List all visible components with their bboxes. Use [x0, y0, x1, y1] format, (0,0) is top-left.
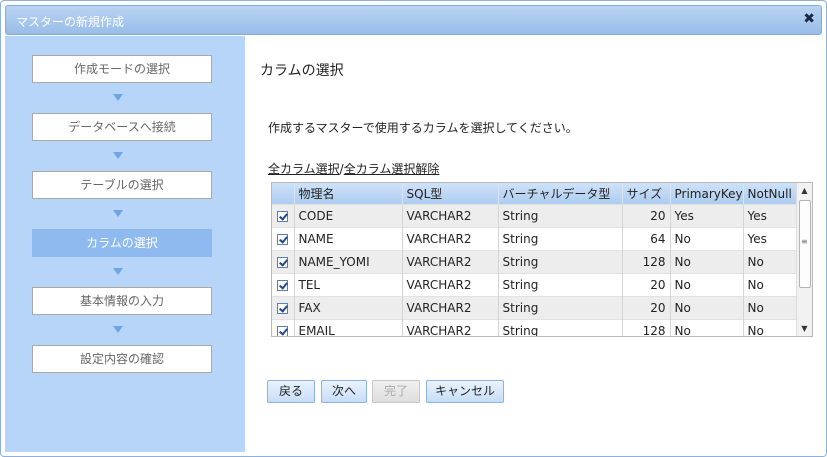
row-checkbox[interactable]	[277, 280, 289, 291]
header-primary-key[interactable]: PrimaryKey	[670, 183, 744, 205]
cell-primary-key: No	[670, 227, 744, 251]
grid-scrollbar[interactable]: ▲ ≡ ▼	[796, 183, 812, 336]
cell-name: NAME_YOMI	[294, 250, 403, 274]
cell-primary-key: No	[670, 273, 744, 297]
table-row[interactable]: NAME VARCHAR2 String 64 No Yes	[272, 227, 797, 251]
row-checkbox[interactable]	[277, 326, 289, 336]
cell-primary-key: Yes	[670, 204, 744, 228]
cell-not-null: No	[743, 296, 797, 320]
cell-size: 20	[622, 204, 671, 228]
page-title: カラムの選択	[260, 63, 344, 79]
scroll-down-icon[interactable]: ▼	[797, 321, 812, 336]
step-mode-select: 作成モードの選択	[32, 55, 212, 83]
row-checkbox[interactable]	[277, 234, 289, 245]
step-arrow-icon	[113, 152, 123, 159]
close-icon[interactable]: ✖	[803, 11, 815, 27]
next-button[interactable]: 次へ	[321, 380, 367, 403]
cell-not-null: No	[743, 319, 797, 336]
table-header-row: 物理名 SQL型 バーチャルデータ型 サイズ PrimaryKey NotNul…	[272, 183, 797, 205]
cell-sql-type: VARCHAR2	[402, 296, 499, 320]
cell-not-null: No	[743, 250, 797, 274]
grip-icon: ≡	[801, 237, 808, 246]
cell-primary-key: No	[670, 250, 744, 274]
row-checkbox[interactable]	[277, 303, 289, 314]
header-check	[272, 183, 295, 205]
step-arrow-icon	[113, 268, 123, 275]
scroll-up-icon[interactable]: ▲	[797, 183, 812, 198]
title-bar[interactable]: マスターの新規作成 ✖	[5, 5, 822, 35]
step-table-select: テーブルの選択	[32, 171, 212, 199]
cell-size: 128	[622, 319, 671, 336]
cell-primary-key: No	[670, 319, 744, 336]
cell-name: FAX	[294, 296, 403, 320]
cell-name: NAME	[294, 227, 403, 251]
table-row[interactable]: NAME_YOMI VARCHAR2 String 128 No No	[272, 250, 797, 274]
row-checkbox[interactable]	[277, 211, 289, 222]
instruction-text: 作成するマスターで使用するカラムを選択してください。	[268, 121, 578, 135]
finish-button[interactable]: 完了	[372, 380, 420, 403]
step-column-select: カラムの選択	[32, 229, 212, 257]
header-physical-name[interactable]: 物理名	[294, 183, 403, 205]
selection-links: 全カラム選択/全カラム選択解除	[268, 160, 439, 177]
cell-size: 64	[622, 227, 671, 251]
header-not-null[interactable]: NotNull	[743, 183, 797, 205]
deselect-all-link[interactable]: 全カラム選択解除	[344, 162, 440, 176]
step-db-connect: データベースへ接続	[32, 113, 212, 141]
cell-virtual-type: String	[498, 319, 623, 336]
scroll-thumb[interactable]: ≡	[799, 200, 811, 288]
main-panel: カラムの選択 作成するマスターで使用するカラムを選択してください。 全カラム選択…	[245, 36, 826, 456]
cell-name: EMAIL	[294, 319, 403, 336]
step-arrow-icon	[113, 326, 123, 333]
cell-primary-key: No	[670, 296, 744, 320]
header-size[interactable]: サイズ	[622, 183, 671, 205]
wizard-dialog: マスターの新規作成 ✖ 作成モードの選択 データベースへ接続 テーブルの選択 カ…	[0, 0, 827, 457]
header-sql-type[interactable]: SQL型	[402, 183, 499, 205]
cell-virtual-type: String	[498, 273, 623, 297]
cell-name: TEL	[294, 273, 403, 297]
cell-virtual-type: String	[498, 227, 623, 251]
step-confirm: 設定内容の確認	[32, 345, 212, 373]
table-row[interactable]: TEL VARCHAR2 String 20 No No	[272, 273, 797, 297]
table-row[interactable]: FAX VARCHAR2 String 20 No No	[272, 296, 797, 320]
cell-not-null: Yes	[743, 227, 797, 251]
steps-sidebar: 作成モードの選択 データベースへ接続 テーブルの選択 カラムの選択 基本情報の入…	[5, 36, 245, 452]
cell-size: 20	[622, 296, 671, 320]
column-table: 物理名 SQL型 バーチャルデータ型 サイズ PrimaryKey NotNul…	[272, 183, 797, 336]
cell-sql-type: VARCHAR2	[402, 227, 499, 251]
cell-sql-type: VARCHAR2	[402, 319, 499, 336]
step-arrow-icon	[113, 210, 123, 217]
cell-virtual-type: String	[498, 250, 623, 274]
cell-not-null: Yes	[743, 204, 797, 228]
cell-virtual-type: String	[498, 296, 623, 320]
cancel-button[interactable]: キャンセル	[426, 380, 504, 403]
window-title: マスターの新規作成	[16, 15, 125, 29]
step-arrow-icon	[113, 94, 123, 101]
cell-sql-type: VARCHAR2	[402, 250, 499, 274]
select-all-link[interactable]: 全カラム選択	[268, 162, 340, 176]
cell-sql-type: VARCHAR2	[402, 204, 499, 228]
cell-not-null: No	[743, 273, 797, 297]
column-grid: 物理名 SQL型 バーチャルデータ型 サイズ PrimaryKey NotNul…	[271, 182, 813, 337]
cell-size: 20	[622, 273, 671, 297]
cell-sql-type: VARCHAR2	[402, 273, 499, 297]
table-row[interactable]: CODE VARCHAR2 String 20 Yes Yes	[272, 204, 797, 228]
cell-virtual-type: String	[498, 204, 623, 228]
table-row[interactable]: EMAIL VARCHAR2 String 128 No No	[272, 319, 797, 336]
cell-size: 128	[622, 250, 671, 274]
cell-name: CODE	[294, 204, 403, 228]
back-button[interactable]: 戻る	[267, 380, 315, 403]
row-checkbox[interactable]	[277, 257, 289, 268]
header-virtual-type[interactable]: バーチャルデータ型	[498, 183, 623, 205]
step-basic-info: 基本情報の入力	[32, 287, 212, 315]
